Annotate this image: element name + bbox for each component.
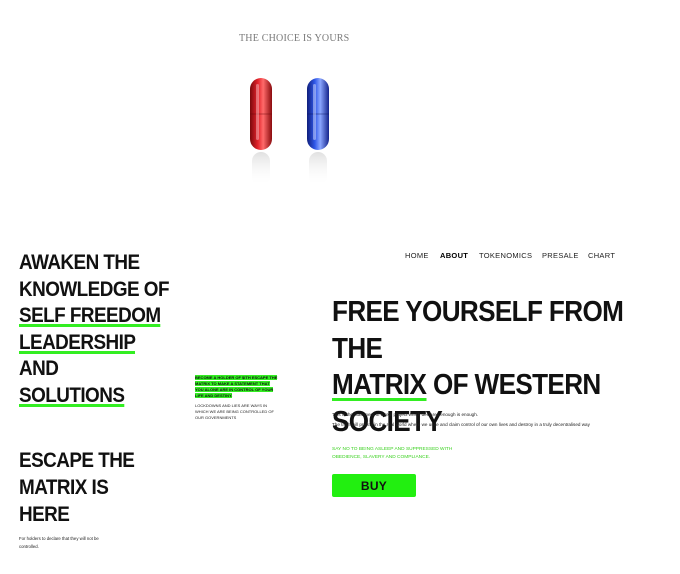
left-headline: AWAKEN THE KNOWLEDGE OF SELF FREEDOM LEA… — [19, 251, 170, 407]
buy-button[interactable]: BUY — [332, 474, 416, 497]
holder-note: BECOME A HOLDER OF $ITH ESCAPE THE MATRI… — [195, 375, 278, 398]
nav-about[interactable]: ABOUT — [440, 251, 468, 260]
lockdown-note: LOCKDOWNS AND LIES ARE WAYS IN WHICH WE … — [195, 403, 274, 420]
highlight-self-freedom: SELF FREEDOM — [19, 304, 161, 327]
highlight-leadership: LEADERSHIP — [19, 330, 136, 354]
hero-tagline: THE CHOICE IS YOURS — [239, 33, 350, 44]
red-pill-icon — [250, 78, 272, 186]
blue-pill-icon — [307, 78, 329, 186]
escape-heading: ESCAPE THE MATRIX IS HERE — [19, 449, 135, 526]
say-no-text: SAY NO TO BEING ASLEEP AND SUPPRESSED WI… — [332, 447, 453, 460]
nav-presale[interactable]: PRESALE — [542, 251, 579, 260]
truth-text: The truth will prevail in the real world… — [332, 422, 590, 427]
escape-caption: For holders to declare that they will no… — [19, 536, 99, 549]
statement-text: This is the statement of a real project … — [332, 412, 479, 417]
nav-tokenomics[interactable]: TOKENOMICS — [479, 251, 532, 260]
pills-illustration — [250, 78, 329, 186]
nav-home[interactable]: HOME — [405, 251, 429, 260]
highlight-matrix: MATRIX — [332, 369, 427, 401]
nav-chart[interactable]: CHART — [588, 251, 615, 260]
highlight-solutions: SOLUTIONS — [19, 383, 125, 407]
